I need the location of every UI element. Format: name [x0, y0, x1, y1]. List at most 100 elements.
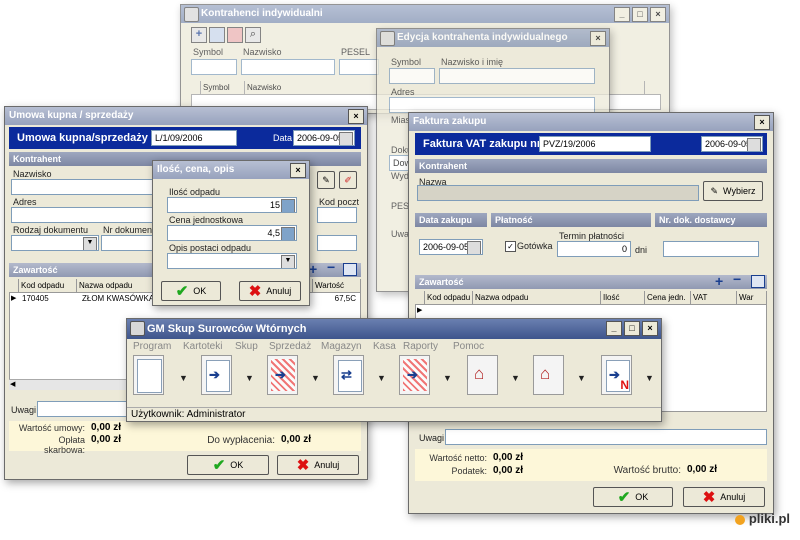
col-cena[interactable]: Cena jedn.: [645, 291, 691, 304]
faktura-ok-button[interactable]: ✔ OK: [593, 487, 673, 507]
add-row-icon[interactable]: +: [309, 261, 317, 277]
calendar-icon[interactable]: [747, 138, 761, 151]
remove-row-icon[interactable]: −: [733, 271, 741, 287]
col-wartosc[interactable]: Wartość: [313, 279, 361, 292]
nazwisko-filter-input[interactable]: [241, 59, 335, 75]
nr-dok-input[interactable]: [663, 241, 759, 257]
umowa-nazwisko-input[interactable]: [11, 179, 153, 195]
cena-input[interactable]: 4,5: [167, 225, 297, 241]
search-icon[interactable]: ⌕: [245, 27, 261, 43]
umowa-titlebar[interactable]: Umowa kupna / sprzedaży ×: [5, 107, 367, 125]
edycja-nazwisko-input[interactable]: [439, 68, 595, 84]
arrow-in-icon: ➔: [275, 367, 286, 382]
umowa-kod-poczt-input[interactable]: [317, 207, 357, 223]
transfer-icon: ⇄: [341, 367, 352, 382]
kartoteki-button[interactable]: ➔: [201, 355, 232, 395]
remove-row-icon[interactable]: −: [327, 259, 335, 275]
delete-icon[interactable]: [227, 27, 243, 43]
umowa-rodzaj-dok-select[interactable]: ▼: [11, 235, 99, 251]
magazyn-button[interactable]: ➔: [399, 355, 430, 395]
magazyn-dropdown-icon[interactable]: ▼: [443, 373, 452, 383]
symbol-filter-input[interactable]: [191, 59, 237, 75]
edit-icon[interactable]: [209, 27, 225, 43]
faktura-window: Faktura zakupu × Faktura VAT zakupu nr P…: [408, 112, 774, 514]
umowa-clear-client-button[interactable]: ✐: [339, 171, 357, 189]
data-zakupu-input[interactable]: 2006-09-05: [419, 239, 483, 255]
pesel-filter-input[interactable]: [339, 59, 379, 75]
ilosc-input[interactable]: 15: [167, 197, 297, 213]
edit-row-icon[interactable]: [343, 263, 357, 276]
umowa-extra-input[interactable]: [317, 235, 357, 251]
close-icon[interactable]: ×: [348, 109, 364, 124]
sprzedaz-button[interactable]: ⇄: [333, 355, 364, 395]
skup-button[interactable]: ➔: [267, 355, 298, 395]
col-vat[interactable]: VAT: [691, 291, 737, 304]
ilosc-titlebar[interactable]: Ilość, cena, opis ×: [153, 161, 309, 179]
raporty-button[interactable]: ⌂: [533, 355, 564, 395]
program-button[interactable]: [133, 355, 164, 395]
add-row-icon[interactable]: +: [715, 273, 723, 289]
umowa-title: Umowa kupna / sprzedaży: [9, 110, 134, 121]
col-nazwa[interactable]: Nazwa odpadu: [473, 291, 601, 304]
col-wartosc[interactable]: War: [737, 291, 767, 304]
calendar-icon[interactable]: [339, 132, 353, 145]
umowa-select-client-button[interactable]: ✎: [317, 171, 335, 189]
umowa-ok-button[interactable]: ✔ OK: [187, 455, 269, 475]
faktura-number-input[interactable]: PVZ/19/2006: [539, 136, 651, 152]
row-pointer-icon: ▶: [417, 307, 423, 314]
edycja-adres-input[interactable]: [389, 97, 595, 113]
faktura-uwagi-input[interactable]: [445, 429, 767, 445]
faktura-date-input[interactable]: 2006-09-05: [701, 136, 763, 152]
opis-select[interactable]: ▼: [167, 253, 297, 269]
umowa-zawartosc-section-label: Zawartość: [13, 265, 58, 275]
close-icon[interactable]: ×: [650, 7, 666, 22]
sprzedaz-dropdown-icon[interactable]: ▼: [377, 373, 386, 383]
maximize-icon[interactable]: □: [632, 7, 648, 22]
umowa-number-input[interactable]: L/1/09/2006: [151, 130, 237, 146]
kasa-button[interactable]: ⌂: [467, 355, 498, 395]
termin-input[interactable]: 0: [557, 241, 631, 257]
edycja-titlebar[interactable]: Edycja kontrahenta indywidualnego ×: [377, 29, 609, 47]
close-icon[interactable]: ×: [590, 31, 606, 46]
raporty-dropdown-icon[interactable]: ▼: [577, 373, 586, 383]
termin-label: Termin płatności: [559, 231, 625, 241]
edycja-symbol-input[interactable]: [389, 68, 435, 84]
minimize-icon[interactable]: _: [614, 7, 630, 22]
calculator-icon[interactable]: [281, 227, 295, 240]
umowa-nr-dok-input[interactable]: [101, 235, 153, 251]
gotowka-checkbox[interactable]: ✓: [505, 241, 516, 252]
kasa-dropdown-icon[interactable]: ▼: [511, 373, 520, 383]
kartoteki-dropdown-icon[interactable]: ▼: [245, 373, 254, 383]
skup-dropdown-icon[interactable]: ▼: [311, 373, 320, 383]
col-kod-odpadu[interactable]: Kod odpadu: [19, 279, 77, 292]
col-symbol[interactable]: Symbol: [201, 81, 245, 94]
kontrahenci-titlebar[interactable]: Kontrahenci indywidualni _ □ ×: [181, 5, 669, 23]
calculator-icon[interactable]: [281, 199, 295, 212]
faktura-cancel-button[interactable]: ✖ Anuluj: [683, 487, 765, 507]
row-pointer-icon: ▶: [11, 295, 17, 302]
watermark-logo: pliki.pl: [735, 511, 790, 526]
faktura-titlebar[interactable]: Faktura zakupu ×: [409, 113, 773, 131]
faktura-date-value: 2006-09-05: [705, 139, 752, 149]
wybierz-button[interactable]: ✎ Wybierz: [703, 181, 763, 201]
ilosc-title: Ilość, cena, opis: [157, 164, 235, 175]
edit-row-icon[interactable]: [751, 275, 765, 288]
program-dropdown-icon[interactable]: ▼: [179, 373, 188, 383]
umowa-cancel-button[interactable]: ✖ Anuluj: [277, 455, 359, 475]
close-icon[interactable]: ×: [754, 115, 770, 130]
col-kod[interactable]: Kod odpadu: [425, 291, 473, 304]
faktura-nazwa-input[interactable]: [417, 185, 699, 201]
ilosc-ok-button[interactable]: ✔ OK: [161, 281, 221, 301]
umowa-date-input[interactable]: 2006-09-05: [293, 130, 355, 146]
pomoc-dropdown-icon[interactable]: ▼: [645, 373, 654, 383]
col-ilosc[interactable]: Ilość: [601, 291, 645, 304]
calendar-icon[interactable]: [467, 241, 481, 254]
pomoc-button[interactable]: ➔ N: [601, 355, 632, 395]
umowa-adres-input[interactable]: [11, 207, 153, 223]
chevron-down-icon[interactable]: ▼: [281, 255, 295, 268]
chevron-down-icon[interactable]: ▼: [83, 237, 97, 250]
close-icon[interactable]: ×: [290, 163, 306, 178]
add-icon[interactable]: +: [191, 27, 207, 43]
ilosc-cancel-button[interactable]: ✖ Anuluj: [239, 281, 301, 301]
scroll-left-icon[interactable]: ◀: [10, 380, 15, 388]
